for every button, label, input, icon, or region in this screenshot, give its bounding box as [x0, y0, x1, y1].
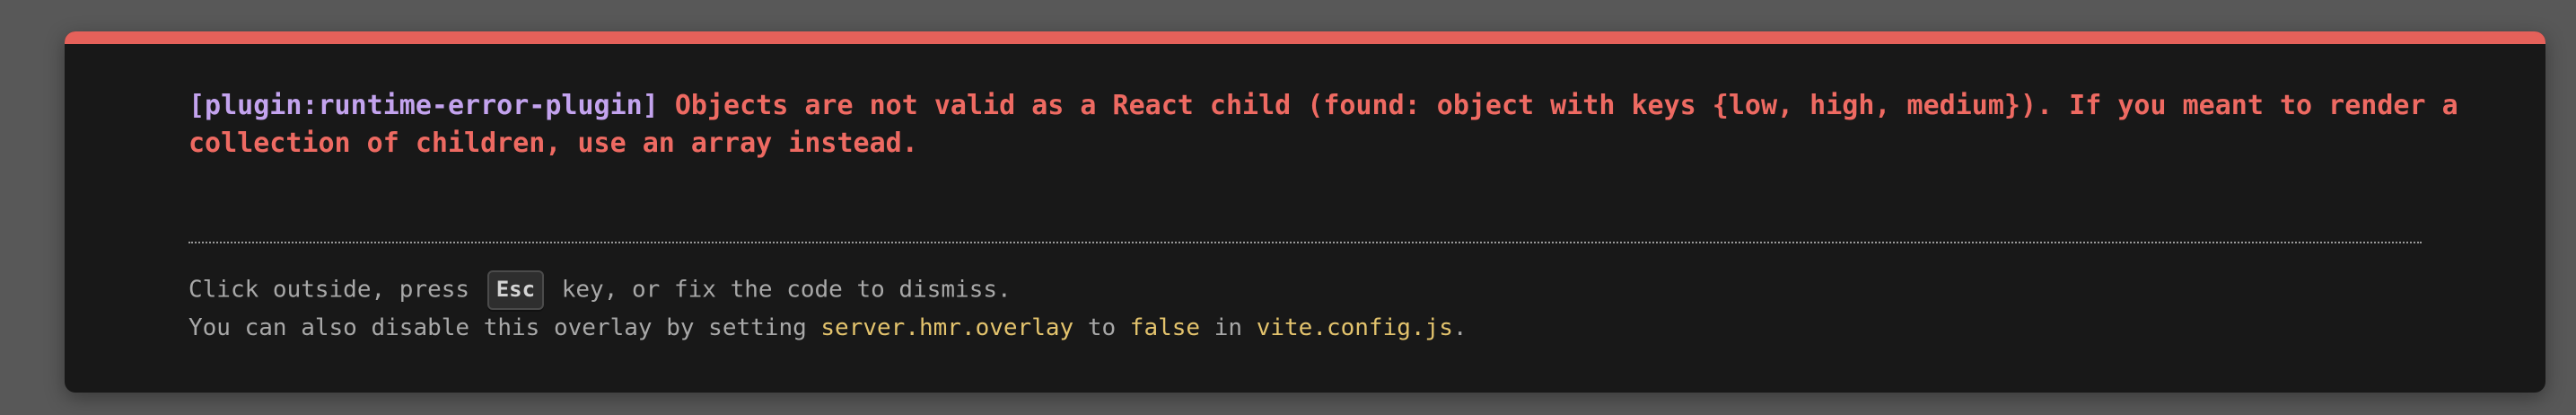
tip-text-disable: You can also disable this overlay by set…: [188, 314, 807, 341]
disable-overlay-tip: You can also disable this overlay by set…: [188, 313, 1468, 343]
esc-key: Esc: [486, 270, 545, 310]
tip-text-before-key: Click outside, press: [188, 276, 470, 304]
tip-period: .: [1452, 314, 1468, 341]
false-value: false: [1129, 314, 1201, 341]
divider: [188, 242, 2422, 243]
dismiss-tip: Click outside, press Esc key, or fix the…: [188, 270, 1012, 310]
tip-text-after-key: key, or fix the code to dismiss.: [561, 276, 1012, 304]
tip-text-to: to: [1087, 314, 1117, 341]
error-message: [plugin:runtime-error-plugin] Objects ar…: [188, 87, 2486, 163]
hmr-overlay-setting: server.hmr.overlay: [820, 314, 1074, 341]
error-accent-bar: [65, 31, 2545, 44]
error-overlay-window: [plugin:runtime-error-plugin] Objects ar…: [65, 31, 2545, 393]
tip-text-in: in: [1214, 314, 1243, 341]
plugin-name: [plugin:runtime-error-plugin]: [188, 90, 659, 121]
vite-config-file: vite.config.js: [1256, 314, 1453, 341]
